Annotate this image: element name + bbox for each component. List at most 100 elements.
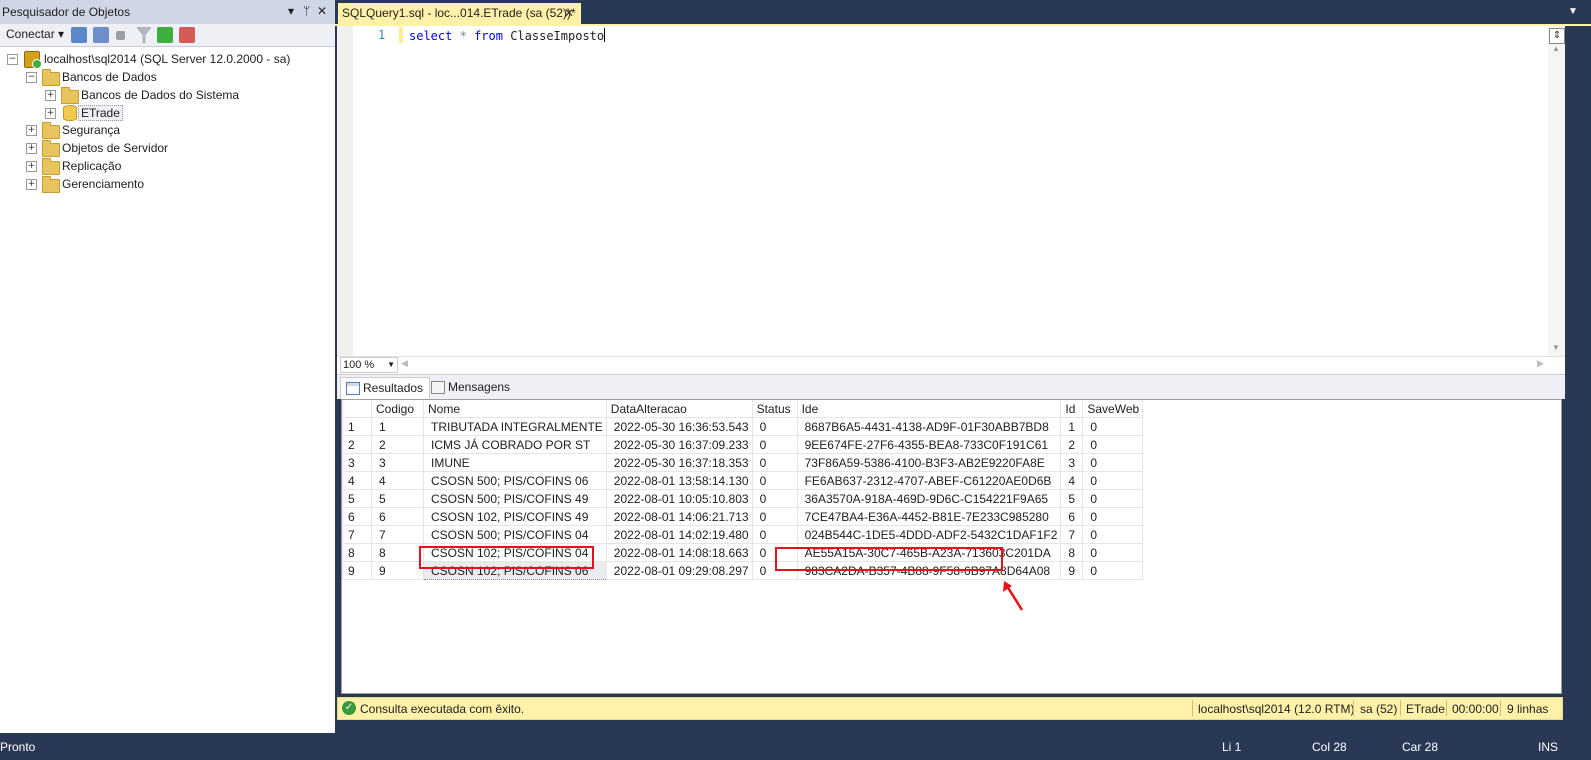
- column-header[interactable]: Codigo: [371, 400, 424, 418]
- row-number-cell[interactable]: 1: [342, 417, 372, 436]
- table-cell[interactable]: FE6AB637-2312-4707-ABEF-C61220AE0D6B: [796, 471, 1062, 490]
- tab-sqlquery1[interactable]: SQLQuery1.sql - loc...014.ETrade (sa (52…: [338, 3, 581, 24]
- table-cell[interactable]: 8687B6A5-4431-4138-AD9F-01F30ABB7BD8: [796, 417, 1062, 436]
- table-cell[interactable]: 3: [371, 453, 424, 472]
- table-row[interactable]: 6 6 CSOSN 102, PIS/COFINS 49 2022-08-01 14:…: [342, 507, 1144, 526]
- disconnect-icon[interactable]: [93, 27, 109, 43]
- table-cell[interactable]: 2: [371, 435, 424, 454]
- table-cell[interactable]: CSOSN 500; PIS/COFINS 04: [423, 525, 607, 544]
- table-cell[interactable]: 9: [1060, 561, 1084, 580]
- table-cell[interactable]: 6: [371, 507, 424, 526]
- table-cell[interactable]: TRIBUTADA INTEGRALMENTE: [423, 417, 607, 436]
- row-number-header[interactable]: [342, 400, 372, 418]
- activity-monitor-icon[interactable]: [179, 27, 195, 43]
- table-cell[interactable]: 8: [371, 543, 424, 562]
- table-cell[interactable]: CSOSN 102, PIS/COFINS 49: [423, 507, 607, 526]
- table-cell[interactable]: ICMS JÁ COBRADO POR ST: [423, 435, 607, 454]
- table-cell[interactable]: 2022-05-30 16:37:18.353: [605, 453, 753, 472]
- column-header[interactable]: DataAlteracao: [605, 400, 753, 418]
- table-cell[interactable]: 36A3570A-918A-469D-9D6C-C154221F9A65: [796, 489, 1062, 508]
- table-cell[interactable]: 0: [1082, 543, 1144, 562]
- filter-icon[interactable]: [136, 27, 152, 43]
- column-header[interactable]: Status: [751, 400, 798, 418]
- column-header[interactable]: SaveWeb: [1082, 400, 1144, 418]
- column-header[interactable]: Nome: [423, 400, 607, 418]
- column-header[interactable]: Id: [1060, 400, 1084, 418]
- expand-icon[interactable]: +: [26, 161, 37, 172]
- table-row[interactable]: 3 3 IMUNE 2022-05-30 16:37:18.353 0 73F86A59-…: [342, 453, 1144, 472]
- collapse-icon[interactable]: −: [7, 54, 18, 65]
- connect-icon[interactable]: [71, 27, 87, 43]
- scroll-up-icon[interactable]: ▲: [1552, 44, 1560, 53]
- table-cell[interactable]: 5: [371, 489, 424, 508]
- table-cell[interactable]: 2022-05-30 16:36:53.543: [605, 417, 753, 436]
- zoom-select[interactable]: 100 % ▼: [340, 357, 398, 373]
- table-cell[interactable]: 0: [751, 525, 798, 544]
- table-cell[interactable]: IMUNE: [423, 453, 607, 472]
- table-cell[interactable]: 4: [371, 471, 424, 490]
- table-cell[interactable]: CSOSN 500; PIS/COFINS 06: [423, 471, 607, 490]
- table-row[interactable]: 7 7 CSOSN 500; PIS/COFINS 04 2022-08-01 14:…: [342, 525, 1144, 544]
- sql-editor[interactable]: [337, 26, 1565, 356]
- table-cell[interactable]: 7CE47BA4-E36A-4452-B81E-7E233C985280: [796, 507, 1062, 526]
- table-cell[interactable]: 3: [1060, 453, 1084, 472]
- table-cell[interactable]: 1: [371, 417, 424, 436]
- row-number-cell[interactable]: 2: [342, 435, 372, 454]
- table-cell[interactable]: 0: [751, 435, 798, 454]
- table-row[interactable]: 1 1 TRIBUTADA INTEGRALMENTE 2022-05-30 16:3…: [342, 417, 1144, 436]
- table-row[interactable]: 2 2 ICMS JÁ COBRADO POR ST 2022-05-30 16:37…: [342, 435, 1144, 454]
- sql-code-line[interactable]: select * from ClasseImposto: [409, 28, 606, 43]
- table-cell[interactable]: 9EE674FE-27F6-4355-BEA8-733C0F191C61: [796, 435, 1062, 454]
- table-cell[interactable]: 1: [1060, 417, 1084, 436]
- table-cell[interactable]: 7: [1060, 525, 1084, 544]
- table-cell[interactable]: 73F86A59-5386-4100-B3F3-AB2E9220FA8E: [796, 453, 1062, 472]
- table-cell[interactable]: 0: [1082, 525, 1144, 544]
- stop-icon[interactable]: [116, 31, 125, 40]
- table-cell[interactable]: 0: [1082, 489, 1144, 508]
- table-cell[interactable]: 4: [1060, 471, 1084, 490]
- column-header[interactable]: Ide: [796, 400, 1062, 418]
- scroll-down-icon[interactable]: ▼: [1552, 343, 1560, 352]
- connect-dropdown-button[interactable]: Conectar ▾: [6, 27, 64, 41]
- expand-icon[interactable]: +: [45, 108, 56, 119]
- expand-icon[interactable]: +: [26, 179, 37, 190]
- refresh-icon[interactable]: [157, 27, 173, 43]
- table-cell[interactable]: 024B544C-1DE5-4DDD-ADF2-5432C1DAF1F2: [796, 525, 1062, 544]
- tab-overflow-icon[interactable]: ▼: [1568, 6, 1578, 17]
- scroll-left-icon[interactable]: ◀: [401, 358, 408, 369]
- row-number-cell[interactable]: 7: [342, 525, 372, 544]
- table-cell[interactable]: 9: [371, 561, 424, 580]
- table-cell[interactable]: 0: [1082, 507, 1144, 526]
- editor-vertical-scrollbar[interactable]: [1548, 26, 1565, 356]
- close-tab-icon[interactable]: ✕: [564, 6, 574, 20]
- row-number-cell[interactable]: 6: [342, 507, 372, 526]
- table-cell[interactable]: 8: [1060, 543, 1084, 562]
- table-cell[interactable]: 7: [371, 525, 424, 544]
- close-panel-icon[interactable]: ✕: [317, 4, 327, 18]
- table-cell[interactable]: 0: [1082, 417, 1144, 436]
- window-position-icon[interactable]: ▾: [288, 4, 294, 18]
- table-cell[interactable]: 0: [751, 471, 798, 490]
- table-cell[interactable]: 0: [751, 489, 798, 508]
- table-cell[interactable]: 0: [1082, 561, 1144, 580]
- table-cell[interactable]: 2022-08-01 10:05:10.803: [605, 489, 753, 508]
- table-cell[interactable]: 2: [1060, 435, 1084, 454]
- table-cell[interactable]: 2022-05-30 16:37:09.233: [605, 435, 753, 454]
- scroll-right-icon[interactable]: ▶: [1537, 358, 1544, 369]
- row-number-cell[interactable]: 5: [342, 489, 372, 508]
- table-cell[interactable]: 0: [1082, 453, 1144, 472]
- expand-icon[interactable]: +: [26, 143, 37, 154]
- expand-icon[interactable]: +: [45, 90, 56, 101]
- table-row[interactable]: 5 5 CSOSN 500; PIS/COFINS 49 2022-08-01 10:…: [342, 489, 1144, 508]
- table-cell[interactable]: 0: [751, 417, 798, 436]
- table-cell[interactable]: 2022-08-01 13:58:14.130: [605, 471, 753, 490]
- table-cell[interactable]: 6: [1060, 507, 1084, 526]
- row-number-cell[interactable]: 4: [342, 471, 372, 490]
- pin-icon[interactable]: ᛘ: [303, 4, 310, 18]
- table-cell[interactable]: CSOSN 500; PIS/COFINS 49: [423, 489, 607, 508]
- table-cell[interactable]: 0: [751, 453, 798, 472]
- table-cell[interactable]: 2022-08-01 14:02:19.480: [605, 525, 753, 544]
- row-number-cell[interactable]: 9: [342, 561, 372, 580]
- table-cell[interactable]: 5: [1060, 489, 1084, 508]
- row-number-cell[interactable]: 3: [342, 453, 372, 472]
